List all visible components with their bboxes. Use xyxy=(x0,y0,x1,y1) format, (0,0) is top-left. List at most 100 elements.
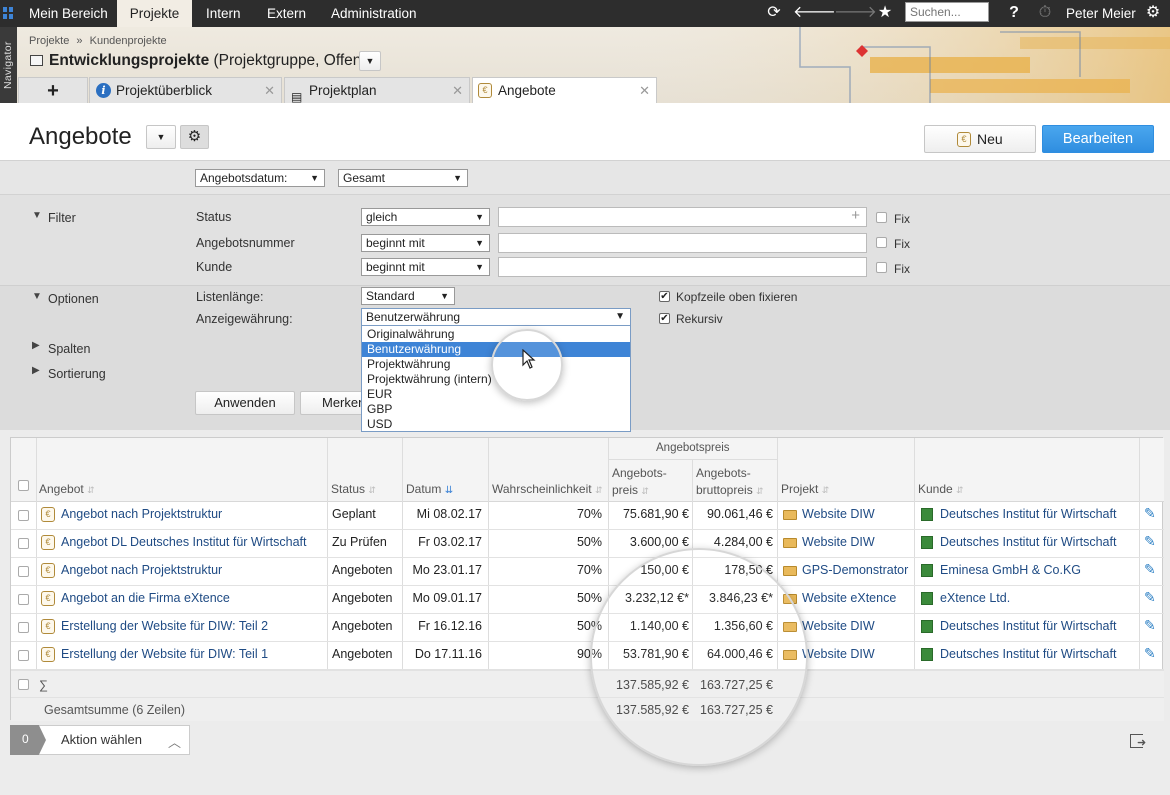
project-link[interactable]: Website DIW xyxy=(802,507,875,521)
freeze-header-checkbox[interactable]: ✔ xyxy=(659,291,670,302)
fix-checkbox-status[interactable] xyxy=(876,212,887,223)
project-link[interactable]: Website eXtence xyxy=(802,591,896,605)
close-tab-icon[interactable]: ✕ xyxy=(639,78,650,104)
project-link[interactable]: Website DIW xyxy=(802,647,875,661)
settings-gear-icon[interactable]: ⚙ xyxy=(1142,3,1164,23)
filter-status-operator[interactable]: gleich ▼ xyxy=(361,208,490,226)
recursive-checkbox[interactable]: ✔ xyxy=(659,313,670,324)
edit-icon[interactable]: ✎ xyxy=(1144,618,1159,633)
column-header-status[interactable]: Status ⇵ xyxy=(331,482,376,496)
filter-title[interactable]: Filter xyxy=(48,211,76,225)
customer-link[interactable]: Eminesa GmbH & Co.KG xyxy=(940,563,1081,577)
user-name[interactable]: Peter Meier xyxy=(1066,0,1136,27)
customer-link[interactable]: Deutsches Institut für Wirtschaft xyxy=(940,535,1116,549)
column-header-customer[interactable]: Kunde ⇵ xyxy=(918,482,964,496)
close-tab-icon[interactable]: ✕ xyxy=(264,78,275,104)
refresh-icon[interactable]: ⟳ xyxy=(763,3,785,23)
row-checkbox[interactable] xyxy=(18,566,29,577)
nav-extern[interactable]: Extern xyxy=(267,0,306,27)
apply-button[interactable]: Anwenden xyxy=(195,391,295,415)
offer-link[interactable]: Angebot DL Deutsches Institut für Wirtsc… xyxy=(61,535,306,549)
nav-intern[interactable]: Intern xyxy=(206,0,241,27)
nav-mein-bereich[interactable]: Mein Bereich xyxy=(29,0,108,27)
new-button[interactable]: € Neu xyxy=(924,125,1036,153)
currency-option[interactable]: USD xyxy=(362,417,630,432)
expand-columns-icon[interactable]: ▶ xyxy=(32,340,40,351)
column-header-date[interactable]: Datum ⇊ xyxy=(406,482,453,496)
period-range-select[interactable]: Gesamt ▼ xyxy=(338,169,468,187)
add-tab-button[interactable]: + xyxy=(18,77,88,103)
edit-button[interactable]: Bearbeiten xyxy=(1042,125,1154,153)
customer-link[interactable]: Deutsches Institut für Wirtschaft xyxy=(940,507,1116,521)
project-link[interactable]: GPS-Demonstrator xyxy=(802,563,908,577)
edit-icon[interactable]: ✎ xyxy=(1144,590,1159,605)
expand-sorting-icon[interactable]: ▶ xyxy=(32,365,40,376)
nav-administration[interactable]: Administration xyxy=(331,0,417,27)
tab-projektueberblick[interactable]: i Projektüberblick ✕ xyxy=(89,77,282,103)
chevron-up-icon[interactable]: ︿ xyxy=(168,732,182,750)
offer-link[interactable]: Erstellung der Website für DIW: Teil 1 xyxy=(61,647,268,661)
tab-projektplan[interactable]: ▤ Projektplan ✕ xyxy=(284,77,470,104)
column-header-gross[interactable]: Angebots-bruttopreis ⇵ xyxy=(696,465,764,500)
edit-icon[interactable]: ✎ xyxy=(1144,534,1159,549)
breadcrumb-projekte[interactable]: Projekte xyxy=(29,35,69,47)
fix-checkbox-number[interactable] xyxy=(876,237,887,248)
action-select-label[interactable]: Aktion wählen xyxy=(61,732,142,747)
list-length-select[interactable]: Standard ▼ xyxy=(361,287,455,305)
view-menu-button[interactable]: ▼ xyxy=(146,125,176,149)
export-icon[interactable]: ➜ xyxy=(1129,732,1149,750)
row-checkbox[interactable] xyxy=(18,510,29,521)
edit-icon[interactable]: ✎ xyxy=(1144,646,1159,661)
add-icon[interactable]: + xyxy=(851,207,860,224)
filter-number-input[interactable] xyxy=(498,233,867,253)
offer-link[interactable]: Angebot nach Projektstruktur xyxy=(61,507,222,521)
sum-row-checkbox[interactable] xyxy=(18,679,29,690)
fix-checkbox-customer[interactable] xyxy=(876,262,887,273)
nav-projekte[interactable]: Projekte xyxy=(117,0,192,27)
customer-link[interactable]: Deutsches Institut für Wirtschaft xyxy=(940,647,1116,661)
options-title[interactable]: Optionen xyxy=(48,292,99,306)
close-tab-icon[interactable]: ✕ xyxy=(452,78,463,104)
help-icon[interactable]: ? xyxy=(1003,3,1025,23)
offer-link[interactable]: Erstellung der Website für DIW: Teil 2 xyxy=(61,619,268,633)
stopwatch-icon[interactable]: ⏱ xyxy=(1034,3,1056,23)
currency-option[interactable]: EUR xyxy=(362,387,630,402)
view-settings-gear-icon[interactable]: ⚙ xyxy=(180,125,209,149)
customer-link[interactable]: eXtence Ltd. xyxy=(940,591,1010,605)
column-header-project[interactable]: Projekt ⇵ xyxy=(781,482,829,496)
favorites-star-icon[interactable]: ★ xyxy=(874,3,896,23)
project-menu-button[interactable]: ▼ xyxy=(359,51,381,71)
column-header-price[interactable]: Angebots-preis ⇵ xyxy=(612,465,667,500)
row-checkbox[interactable] xyxy=(18,594,29,605)
row-checkbox[interactable] xyxy=(18,650,29,661)
currency-select[interactable]: Benutzerwährung ▼ xyxy=(361,308,631,326)
sorting-section-title[interactable]: Sortierung xyxy=(48,367,106,381)
filter-customer-operator[interactable]: beginnt mit ▼ xyxy=(361,258,490,276)
date-field-select[interactable]: Angebotsdatum: ▼ xyxy=(195,169,325,187)
search-input[interactable] xyxy=(905,2,989,22)
expand-options-icon[interactable]: ▼ xyxy=(32,291,42,302)
project-link[interactable]: Website DIW xyxy=(802,535,875,549)
columns-section-title[interactable]: Spalten xyxy=(48,342,90,356)
select-all-checkbox[interactable] xyxy=(18,480,29,491)
tab-angebote[interactable]: € Angebote ✕ xyxy=(472,77,657,104)
forward-icon[interactable]: 🡒 xyxy=(834,3,877,23)
row-checkbox[interactable] xyxy=(18,538,29,549)
app-grid-icon[interactable] xyxy=(3,7,14,19)
offer-link[interactable]: Angebot an die Firma eXtence xyxy=(61,591,230,605)
edit-icon[interactable]: ✎ xyxy=(1144,506,1159,521)
currency-option[interactable]: Originalwährung xyxy=(362,327,630,342)
offer-link[interactable]: Angebot nach Projektstruktur xyxy=(61,563,222,577)
breadcrumb-kundenprojekte[interactable]: Kundenprojekte xyxy=(90,35,167,47)
edit-icon[interactable]: ✎ xyxy=(1144,562,1159,577)
project-link[interactable]: Website DIW xyxy=(802,619,875,633)
customer-link[interactable]: Deutsches Institut für Wirtschaft xyxy=(940,619,1116,633)
back-icon[interactable]: 🡐 xyxy=(793,3,836,23)
remember-button[interactable]: Merken xyxy=(300,391,370,415)
navigator-toggle[interactable]: Navigator xyxy=(0,27,17,103)
currency-option[interactable]: GBP xyxy=(362,402,630,417)
column-header-probability[interactable]: Wahrscheinlichkeit ⇵ xyxy=(492,482,602,496)
expand-filter-icon[interactable]: ▼ xyxy=(32,210,42,221)
column-header-offer[interactable]: Angebot ⇵ xyxy=(39,482,95,496)
filter-number-operator[interactable]: beginnt mit ▼ xyxy=(361,234,490,252)
